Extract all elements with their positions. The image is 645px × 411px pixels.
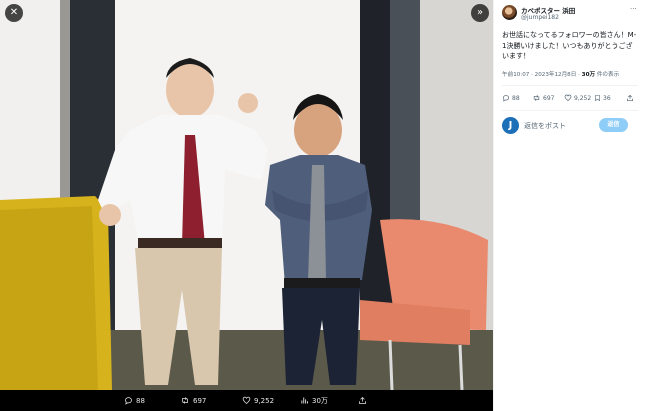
analytics-icon bbox=[301, 397, 308, 404]
avatar[interactable] bbox=[502, 5, 517, 20]
viewer-like-count: 9,252 bbox=[254, 396, 275, 405]
more-options-button[interactable]: ··· bbox=[630, 5, 637, 13]
tweet-views-count: 30万 bbox=[581, 72, 596, 78]
user-handle[interactable]: @jumpei182 bbox=[521, 14, 559, 21]
bookmark-count: 36 bbox=[603, 94, 611, 102]
tweet-panel: カベポスター 浜田 @jumpei182 ··· お世話になってるフォロワーの皆… bbox=[493, 0, 645, 411]
bookmark-icon bbox=[595, 95, 600, 102]
close-button[interactable]: ✕ bbox=[5, 4, 23, 22]
divider bbox=[502, 110, 638, 111]
reply-count: 88 bbox=[512, 94, 520, 102]
repost-count: 697 bbox=[543, 94, 555, 102]
tweet-meta: 午前10:07 · 2023年12月8日 · 30万 件の表示 bbox=[502, 70, 619, 78]
tweet-timestamp[interactable]: 午前10:07 · 2023年12月8日 · bbox=[502, 72, 582, 78]
double-chevron-right-icon: » bbox=[476, 7, 484, 18]
reply-icon bbox=[503, 95, 509, 102]
viewer-action-bar: 88 697 9,252 30万 bbox=[0, 390, 493, 411]
viewer-like-button[interactable]: 9,252 bbox=[242, 390, 274, 411]
tweet-photo[interactable] bbox=[0, 0, 493, 390]
viewer-views-button[interactable]: 30万 bbox=[300, 390, 328, 411]
more-icon: ··· bbox=[630, 5, 637, 13]
viewer-reply-button[interactable]: 88 bbox=[124, 390, 145, 411]
share-icon bbox=[627, 94, 633, 101]
image-viewer: ✕ » 88 697 9,252 30万 bbox=[0, 0, 493, 411]
expand-panel-button[interactable]: » bbox=[471, 4, 489, 22]
viewer-repost-count: 697 bbox=[193, 396, 207, 405]
share-button[interactable] bbox=[626, 92, 634, 104]
like-count: 9,252 bbox=[574, 94, 592, 102]
viewer-reply-count: 88 bbox=[136, 396, 145, 405]
reply-button[interactable]: 88 bbox=[502, 92, 520, 104]
repost-icon bbox=[182, 397, 188, 404]
tweet-stats-bar: 88 697 9,252 36 bbox=[502, 92, 638, 104]
heart-icon bbox=[242, 396, 251, 404]
tweet-views-label: 件の表示 bbox=[595, 72, 620, 78]
repost-icon bbox=[533, 95, 540, 101]
viewer-views-count: 30万 bbox=[312, 396, 328, 405]
reply-input[interactable]: 返信をポスト bbox=[524, 121, 566, 131]
share-icon bbox=[359, 396, 366, 404]
like-button[interactable]: 9,252 bbox=[564, 92, 591, 104]
bookmark-button[interactable]: 36 bbox=[594, 92, 611, 104]
close-icon: ✕ bbox=[9, 7, 19, 18]
heart-icon bbox=[564, 94, 572, 102]
repost-button[interactable]: 697 bbox=[532, 92, 554, 104]
viewer-repost-button[interactable]: 697 bbox=[180, 390, 206, 411]
reply-submit-button[interactable]: 返信 bbox=[599, 118, 628, 132]
divider bbox=[502, 85, 638, 86]
tweet-text: お世話になってるフォロワーの皆さん！M-1決勝いけました！いつもありがとうござい… bbox=[502, 31, 637, 60]
viewer-share-button[interactable] bbox=[358, 390, 367, 411]
reply-avatar: J bbox=[502, 117, 519, 134]
reply-icon bbox=[125, 397, 132, 405]
